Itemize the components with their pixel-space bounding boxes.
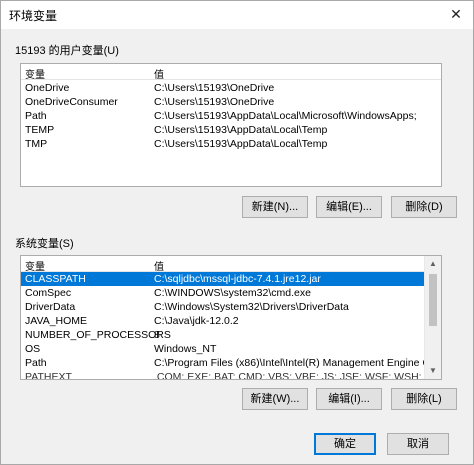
close-icon[interactable]: ✕ (447, 5, 465, 23)
system-variables-label: 系统变量(S) (15, 238, 74, 250)
variable-name: OS (25, 343, 41, 355)
variable-value: 8 (154, 329, 160, 341)
variable-value: C:\WINDOWS\system32\cmd.exe (154, 287, 311, 299)
variable-value: Windows_NT (154, 343, 217, 355)
column-header-variable[interactable]: 变量 (25, 66, 45, 81)
variable-value: C:\Program Files (x86)\Intel\Intel(R) Ma… (154, 357, 442, 369)
variable-value: C:\Java\jdk-12.0.2 (154, 315, 239, 327)
user-variables-list[interactable]: 变量 值 OneDrive C:\Users\15193\OneDrive On… (20, 63, 442, 187)
user-new-button[interactable]: 新建(N)... (242, 196, 308, 218)
cancel-button[interactable]: 取消 (387, 433, 449, 455)
user-variables-label: 15193 的用户变量(U) (15, 45, 119, 57)
list-item[interactable]: ComSpec C:\WINDOWS\system32\cmd.exe (21, 286, 425, 300)
variable-name: Path (25, 357, 47, 369)
column-header-value[interactable]: 值 (154, 258, 164, 273)
scroll-down-arrow-icon[interactable]: ▼ (425, 363, 441, 379)
list-item[interactable]: Path C:\Program Files (x86)\Intel\Intel(… (21, 356, 441, 370)
list-item[interactable]: JAVA_HOME C:\Java\jdk-12.0.2 (21, 314, 425, 328)
system-list-scrollbar[interactable]: ▲ ▼ (424, 256, 441, 379)
dialog-title: 环境变量 (9, 9, 58, 23)
variable-value: .COM;.EXE;.BAT;.CMD;.VBS;.VBE;.JS;.JSE;.… (154, 371, 442, 380)
user-delete-button[interactable]: 删除(D) (391, 196, 457, 218)
list-item[interactable]: TMP C:\Users\15193\AppData\Local\Temp (21, 137, 441, 151)
list-item[interactable]: PATHEXT .COM;.EXE;.BAT;.CMD;.VBS;.VBE;.J… (21, 370, 441, 380)
column-header-variable[interactable]: 变量 (25, 258, 45, 273)
ok-button[interactable]: 确定 (314, 433, 376, 455)
variable-name: TMP (25, 138, 48, 150)
environment-variables-dialog: 环境变量 ✕ 15193 的用户变量(U) 变量 值 OneDrive C:\U… (0, 0, 474, 465)
variable-name: OneDrive (25, 82, 70, 94)
system-edit-button[interactable]: 编辑(I)... (316, 388, 382, 410)
system-delete-button[interactable]: 删除(L) (391, 388, 457, 410)
variable-name: DriverData (25, 301, 76, 313)
user-list-header: 变量 值 (21, 64, 441, 81)
user-edit-button[interactable]: 编辑(E)... (316, 196, 382, 218)
variable-name: CLASSPATH (25, 273, 86, 285)
list-item[interactable]: OneDriveConsumer C:\Users\15193\OneDrive (21, 95, 441, 109)
variable-name: PATHEXT (25, 371, 72, 380)
system-variables-list[interactable]: 变量 值 CLASSPATH C:\sqljdbc\mssql-jdbc-7.4… (20, 255, 442, 380)
variable-value: C:\Users\15193\AppData\Local\Temp (154, 138, 328, 150)
variable-value: C:\Users\15193\AppData\Local\Temp (154, 124, 328, 136)
scroll-up-arrow-icon[interactable]: ▲ (425, 256, 441, 272)
variable-name: TEMP (25, 124, 55, 136)
list-item[interactable]: DriverData C:\Windows\System32\Drivers\D… (21, 300, 425, 314)
variable-name: JAVA_HOME (25, 315, 88, 327)
scrollbar-thumb[interactable] (429, 274, 437, 326)
column-header-value[interactable]: 值 (154, 66, 164, 81)
variable-name: NUMBER_OF_PROCESSORS (25, 329, 171, 341)
variable-value: C:\Users\15193\OneDrive (154, 96, 275, 108)
list-item[interactable]: Path C:\Users\15193\AppData\Local\Micros… (21, 109, 441, 123)
list-item[interactable]: OneDrive C:\Users\15193\OneDrive (21, 81, 441, 95)
variable-value: C:\sqljdbc\mssql-jdbc-7.4.1.jre12.jar (154, 273, 321, 285)
variable-value: C:\Windows\System32\Drivers\DriverData (154, 301, 349, 313)
list-item[interactable]: OS Windows_NT (21, 342, 425, 356)
variable-value: C:\Users\15193\AppData\Local\Microsoft\W… (154, 110, 417, 122)
title-bar: 环境变量 ✕ (1, 1, 473, 29)
list-item[interactable]: NUMBER_OF_PROCESSORS 8 (21, 328, 425, 342)
variable-name: OneDriveConsumer (25, 96, 118, 108)
variable-value: C:\Users\15193\OneDrive (154, 82, 275, 94)
list-item[interactable]: TEMP C:\Users\15193\AppData\Local\Temp (21, 123, 441, 137)
list-item-selected[interactable]: CLASSPATH C:\sqljdbc\mssql-jdbc-7.4.1.jr… (21, 272, 425, 286)
system-new-button[interactable]: 新建(W)... (242, 388, 308, 410)
system-list-header: 变量 值 (21, 256, 441, 273)
variable-name: ComSpec (25, 287, 72, 299)
variable-name: Path (25, 110, 47, 122)
